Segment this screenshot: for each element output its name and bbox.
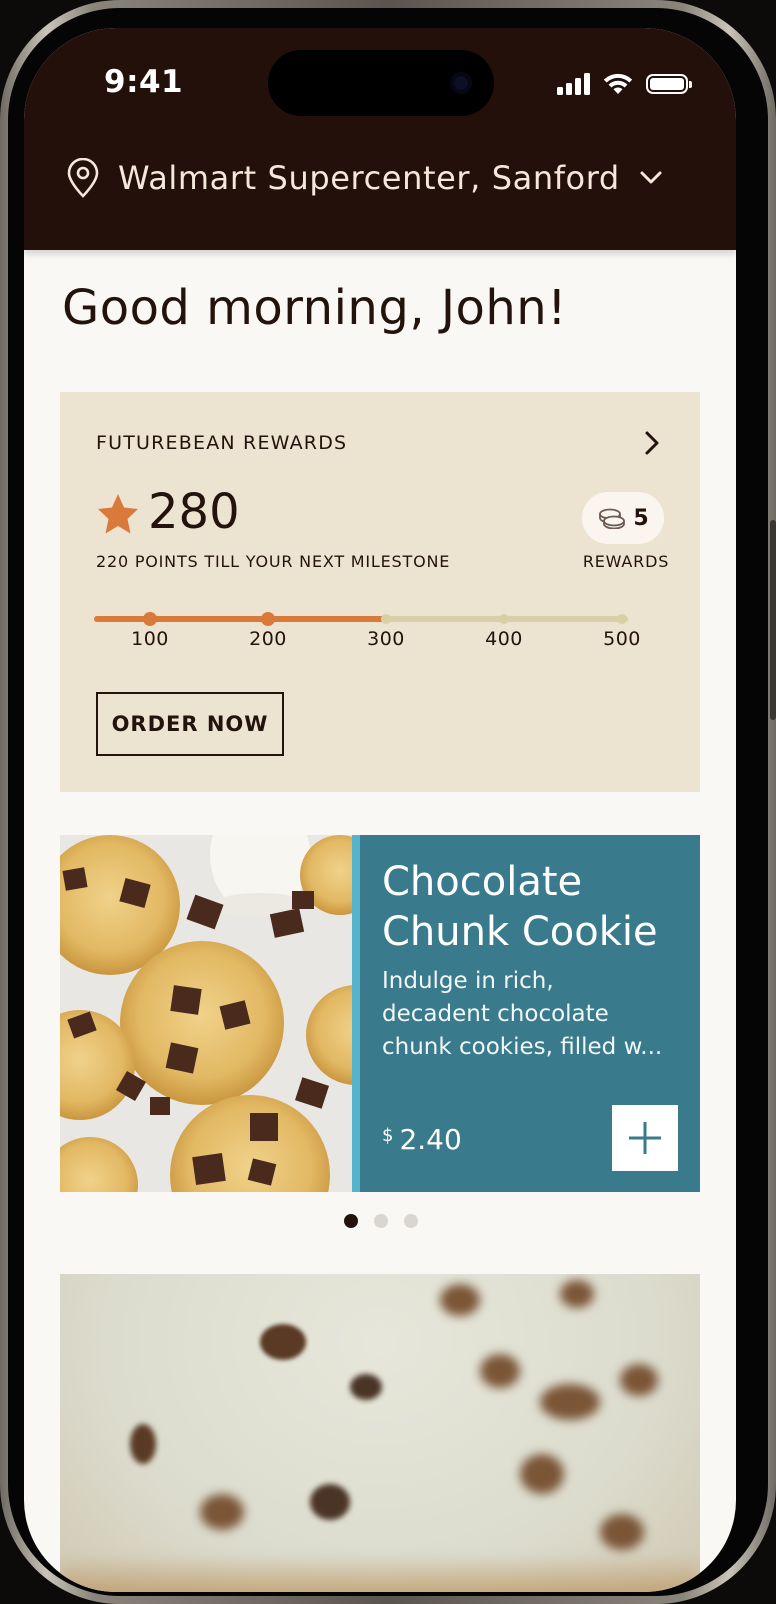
chocolate-chip-decoration	[350, 1374, 382, 1400]
location-pin-icon	[67, 158, 99, 198]
carousel-dot-3[interactable]	[404, 1214, 418, 1228]
chocolate-chip-decoration	[620, 1364, 658, 1396]
cookie-photo	[60, 835, 352, 1192]
milestone-dot-100	[143, 612, 157, 626]
rewards-title: FUTUREBEAN REWARDS	[96, 432, 348, 454]
points-value: 280	[148, 484, 240, 540]
app-screen: 9:41 Walmart Supercenter, Sanford Good m…	[24, 28, 736, 1592]
milestone-label-400: 400	[485, 628, 523, 650]
carousel-dot-1[interactable]	[344, 1214, 358, 1228]
product-price: $ 2.40	[382, 1123, 462, 1156]
milestone-dot-300	[381, 614, 391, 624]
status-icons	[557, 72, 692, 96]
chocolate-chip-decoration	[310, 1484, 350, 1520]
battery-icon	[646, 74, 692, 94]
chocolate-chip-decoration	[130, 1424, 156, 1464]
points-progress-bar	[94, 612, 628, 626]
cellular-signal-icon	[557, 73, 590, 95]
chocolate-chip-decoration	[540, 1384, 600, 1420]
milestone-dot-500	[617, 614, 627, 624]
camera-icon	[450, 72, 472, 94]
milestone-label-300: 300	[367, 628, 405, 650]
product-info: Chocolate Chunk Cookie Indulge in rich, …	[352, 835, 700, 1192]
store-name: Walmart Supercenter, Sanford	[118, 159, 620, 197]
status-time: 9:41	[104, 64, 184, 100]
chocolate-chip-decoration	[260, 1324, 306, 1360]
cookie-illustration	[60, 835, 352, 1192]
rewards-count: 5	[633, 505, 649, 531]
milestone-label-100: 100	[131, 628, 169, 650]
cookie-crumb-ground	[60, 1554, 700, 1592]
carousel-pagination[interactable]	[344, 1214, 418, 1228]
description-line-1: Indulge in rich,	[382, 968, 554, 994]
carousel-dot-2[interactable]	[374, 1214, 388, 1228]
milestone-dot-400	[499, 614, 509, 624]
description-line-3: chunk cookies, filled w...	[382, 1034, 663, 1060]
milestone-dot-200	[261, 612, 275, 626]
price-currency: $	[382, 1125, 394, 1146]
app-header: 9:41 Walmart Supercenter, Sanford	[24, 28, 736, 250]
chocolate-chip-decoration	[480, 1354, 520, 1388]
chocolate-chip-decoration	[440, 1284, 480, 1316]
star-icon	[98, 494, 138, 534]
greeting-heading: Good morning, John!	[62, 280, 567, 336]
milestone-label-500: 500	[603, 628, 641, 650]
chevron-down-icon	[640, 171, 662, 184]
milestone-label-200: 200	[249, 628, 287, 650]
product-name-line-1: Chocolate	[382, 859, 583, 905]
description-line-2: decadent chocolate	[382, 1001, 609, 1027]
featured-product-card[interactable]: Chocolate Chunk Cookie Indulge in rich, …	[60, 835, 700, 1192]
rewards-card: FUTUREBEAN REWARDS 280 220 POINTS TILL Y…	[60, 392, 700, 792]
product-name-line-2: Chunk Cookie	[382, 909, 658, 955]
chocolate-chip-decoration	[520, 1454, 564, 1494]
add-to-cart-button[interactable]	[612, 1105, 678, 1171]
phone-frame: 9:41 Walmart Supercenter, Sanford Good m…	[0, 0, 776, 1604]
coins-icon	[599, 508, 626, 529]
product-name: Chocolate Chunk Cookie	[382, 857, 692, 957]
promo-banner-image[interactable]	[60, 1274, 700, 1592]
chevron-right-icon[interactable]	[644, 430, 660, 456]
price-value: 2.40	[399, 1123, 462, 1156]
chocolate-chip-decoration	[600, 1514, 644, 1550]
wifi-icon	[603, 73, 633, 94]
side-button	[770, 520, 776, 720]
points-progress-fill	[94, 616, 388, 622]
order-now-button[interactable]: ORDER NOW	[96, 692, 284, 756]
points-note: 220 POINTS TILL YOUR NEXT MILESTONE	[96, 552, 451, 571]
chocolate-chip-decoration	[200, 1494, 244, 1530]
plus-icon	[629, 1122, 661, 1154]
rewards-label: REWARDS	[582, 552, 670, 571]
rewards-count-badge[interactable]: 5	[582, 492, 664, 544]
dynamic-island	[268, 50, 494, 116]
chocolate-chip-decoration	[560, 1280, 594, 1308]
product-description: Indulge in rich, decadent chocolate chun…	[382, 965, 682, 1064]
store-selector[interactable]: Walmart Supercenter, Sanford	[66, 158, 664, 198]
